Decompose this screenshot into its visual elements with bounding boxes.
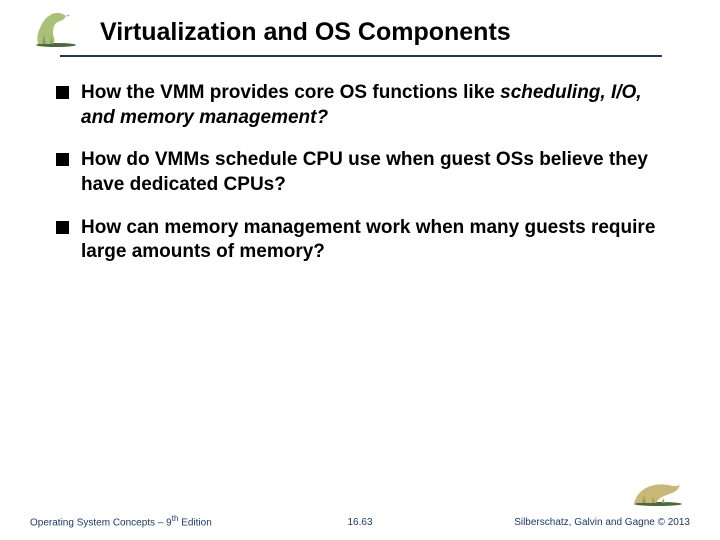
bullet-item: How the VMM provides core OS functions l… [56, 81, 664, 130]
bullet-icon [56, 221, 69, 234]
bullet-item: How do VMMs schedule CPU use when guest … [56, 148, 664, 197]
slide-title: Virtualization and OS Components [30, 18, 690, 55]
title-underline [60, 55, 662, 57]
footer-text: Edition [178, 517, 211, 528]
dinosaur-footer-icon [628, 471, 688, 512]
slide-footer: Operating System Concepts – 9th Edition … [0, 514, 720, 528]
dinosaur-logo-icon [28, 6, 84, 53]
bullet-text: How the VMM provides core OS functions l… [81, 81, 664, 130]
bullet-text: How do VMMs schedule CPU use when guest … [81, 148, 664, 197]
bullet-text-plain: How can memory management work when many… [81, 217, 655, 263]
bullet-text-plain: How the VMM provides core OS functions l… [81, 82, 500, 103]
bullet-item: How can memory management work when many… [56, 216, 664, 265]
footer-copyright: Silberschatz, Galvin and Gagne © 2013 [514, 517, 690, 528]
slide-header: Virtualization and OS Components [0, 0, 720, 57]
bullet-icon [56, 86, 69, 99]
bullet-text: How can memory management work when many… [81, 216, 664, 265]
footer-book-title: Operating System Concepts – 9th Edition [30, 514, 212, 528]
bullet-text-plain: How do VMMs schedule CPU use when guest … [81, 149, 648, 195]
footer-text: Operating System Concepts – 9 [30, 517, 172, 528]
slide-number: 16.63 [347, 517, 372, 528]
slide-content: How the VMM provides core OS functions l… [0, 57, 720, 265]
bullet-icon [56, 153, 69, 166]
